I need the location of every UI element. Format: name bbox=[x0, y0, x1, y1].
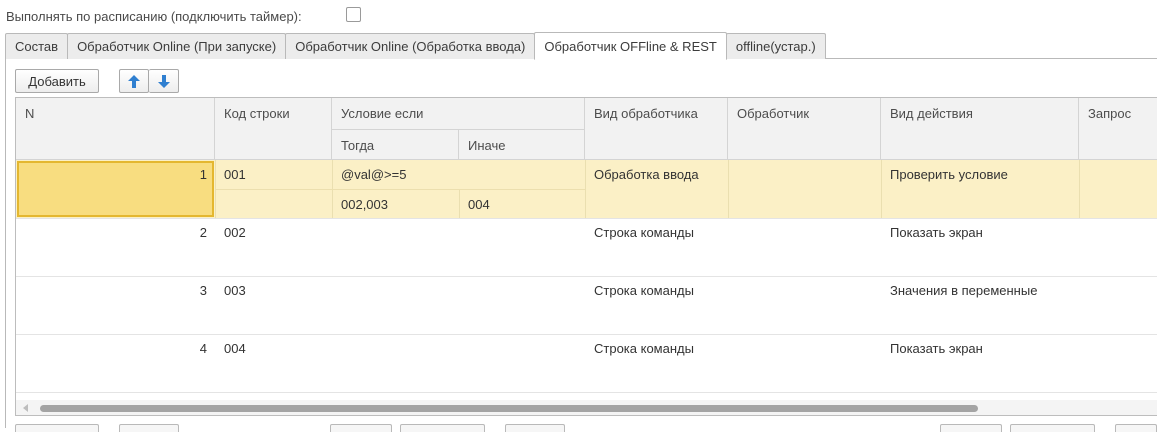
cell-condition: @val@>=5 bbox=[341, 167, 407, 182]
cell-code: 003 bbox=[224, 283, 246, 298]
bottom-button[interactable] bbox=[1010, 424, 1095, 432]
column-header-else[interactable]: Иначе bbox=[459, 130, 585, 160]
cell-handler-type: Обработка ввода bbox=[594, 167, 699, 182]
handlers-table: N Код строки Условие если Тогда Иначе Ви… bbox=[15, 97, 1157, 416]
cell-query bbox=[1079, 160, 1157, 167]
column-header-then[interactable]: Тогда bbox=[332, 130, 459, 160]
column-header-handler[interactable]: Обработчик bbox=[728, 98, 881, 160]
cell-n: 4 bbox=[199, 341, 207, 356]
bottom-button[interactable] bbox=[330, 424, 392, 432]
cell-action: Значения в переменные bbox=[890, 283, 1038, 298]
scrollbar-thumb[interactable] bbox=[40, 405, 978, 412]
column-header-query[interactable]: Запрос bbox=[1079, 98, 1157, 160]
toolbar: Добавить bbox=[15, 69, 179, 93]
bottom-button[interactable] bbox=[119, 424, 179, 432]
tab-label: Состав bbox=[15, 39, 59, 54]
schedule-checkbox[interactable] bbox=[346, 7, 361, 22]
tab-composition[interactable]: Состав bbox=[5, 33, 69, 59]
cell-handler-type: Строка команды bbox=[594, 283, 694, 298]
tab-label: Обработчик OFFline & REST bbox=[544, 38, 717, 54]
bottom-button[interactable] bbox=[505, 424, 565, 432]
move-down-button[interactable] bbox=[149, 69, 179, 93]
cell-code: 001 bbox=[224, 167, 246, 182]
cell-else: 004 bbox=[468, 197, 490, 212]
cell-code: 004 bbox=[224, 341, 246, 356]
tab-offline-legacy[interactable]: offline(устар.) bbox=[725, 33, 826, 59]
column-header-condition[interactable]: Условие если bbox=[332, 98, 585, 130]
cell-code: 002 bbox=[224, 225, 246, 240]
add-button[interactable]: Добавить bbox=[15, 69, 99, 93]
horizontal-scrollbar[interactable] bbox=[16, 400, 1157, 415]
cell-handler-type: Строка команды bbox=[594, 341, 694, 356]
tab-bar: Состав Обработчик Online (При запуске) О… bbox=[5, 32, 826, 60]
cell-action: Показать экран bbox=[890, 341, 983, 356]
cell-n: 2 bbox=[199, 225, 207, 240]
cell-handler-type: Строка команды bbox=[594, 225, 694, 240]
grid-line bbox=[215, 189, 332, 190]
schedule-label: Выполнять по расписанию (подключить тайм… bbox=[6, 8, 302, 24]
tab-online-input[interactable]: Обработчик Online (Обработка ввода) bbox=[285, 33, 536, 59]
column-header-n[interactable]: N bbox=[16, 98, 215, 160]
column-header-code[interactable]: Код строки bbox=[215, 98, 332, 160]
move-up-button[interactable] bbox=[119, 69, 149, 93]
cell-handler bbox=[728, 160, 881, 167]
arrow-down-icon bbox=[157, 74, 170, 88]
tab-label: Обработчик Online (При запуске) bbox=[77, 39, 277, 54]
tab-online-startup[interactable]: Обработчик Online (При запуске) bbox=[67, 33, 287, 59]
cell-action: Проверить условие bbox=[890, 167, 1008, 182]
grid-line bbox=[585, 189, 1157, 190]
move-buttons bbox=[119, 69, 179, 93]
row-divider bbox=[16, 392, 1157, 393]
bottom-button[interactable] bbox=[940, 424, 1002, 432]
arrow-up-icon bbox=[128, 74, 140, 88]
bottom-button[interactable] bbox=[15, 424, 99, 432]
column-header-handler-type[interactable]: Вид обработчика bbox=[585, 98, 728, 160]
tab-label: offline(устар.) bbox=[735, 39, 816, 54]
column-header-action[interactable]: Вид действия bbox=[881, 98, 1079, 160]
cell-n: 1 bbox=[199, 167, 207, 182]
scroll-left-icon[interactable] bbox=[23, 404, 28, 412]
tab-label: Обработчик Online (Обработка ввода) bbox=[295, 39, 526, 54]
cell-n: 3 bbox=[199, 283, 207, 298]
bottom-button[interactable] bbox=[1115, 424, 1157, 432]
schedule-row: Выполнять по расписанию (подключить тайм… bbox=[6, 7, 302, 25]
cell-then: 002,003 bbox=[341, 197, 388, 212]
cell-action: Показать экран bbox=[890, 225, 983, 240]
bottom-button[interactable] bbox=[400, 424, 485, 432]
tab-offline-rest[interactable]: Обработчик OFFline & REST bbox=[534, 32, 727, 60]
